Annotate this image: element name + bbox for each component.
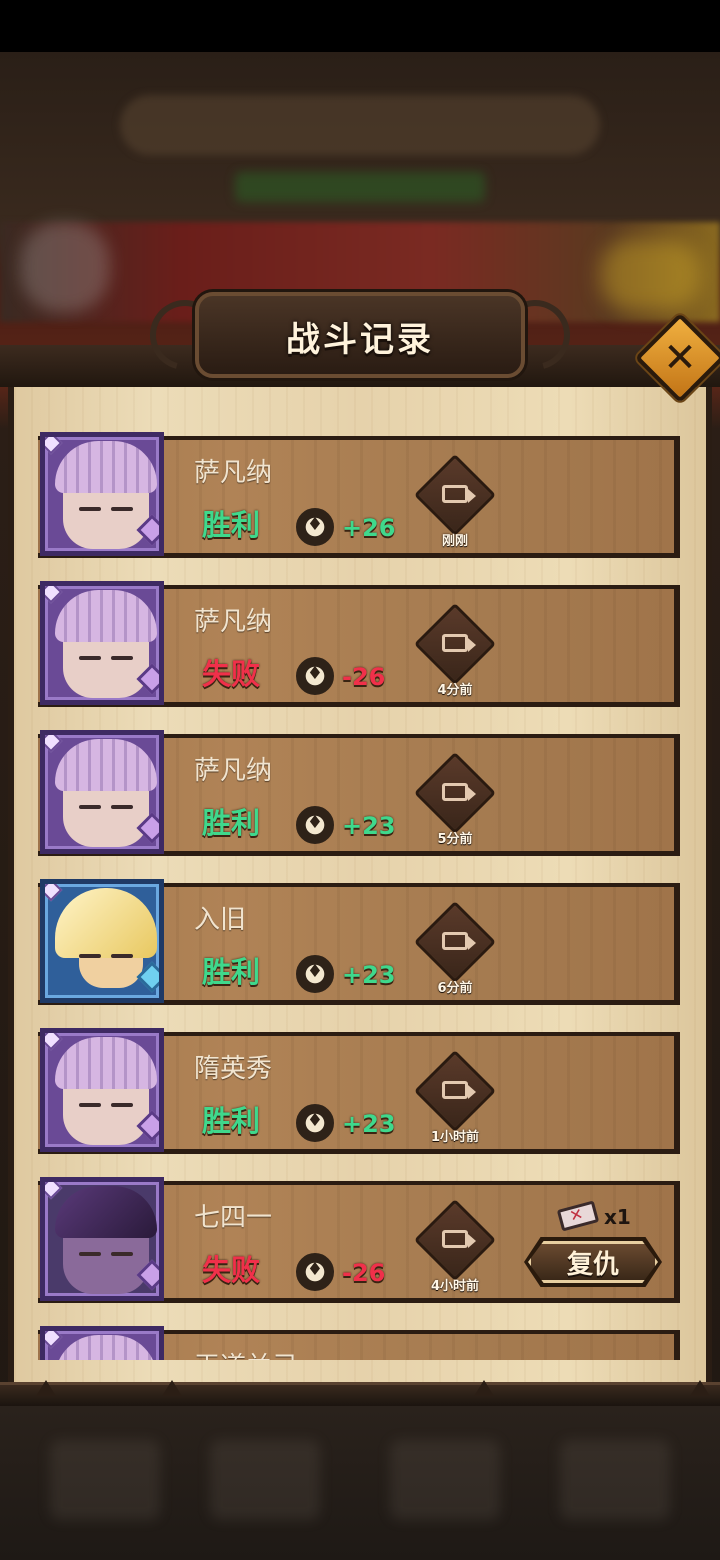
opponent-avatar[interactable] xyxy=(40,1326,164,1360)
score-change: +23 xyxy=(342,812,396,840)
avatar-eye xyxy=(111,954,133,958)
avatar-eye xyxy=(79,805,101,809)
avatar-corner-gem xyxy=(45,586,63,604)
video-camera-icon[interactable] xyxy=(442,1230,476,1248)
opponent-avatar[interactable] xyxy=(40,730,164,854)
blurred-title-bar xyxy=(120,95,600,155)
trophy-icon xyxy=(296,1104,334,1142)
frame-spike xyxy=(474,1380,494,1396)
trophy-icon xyxy=(296,955,334,993)
opponent-name: 入旧 xyxy=(194,905,247,935)
record-time: 刚刚 xyxy=(441,534,468,549)
avatar-eye xyxy=(79,507,101,511)
score-change: +23 xyxy=(342,1110,396,1138)
opponent-name: 隋英秀 xyxy=(194,1054,273,1084)
blurred-status-bar xyxy=(235,172,485,202)
blurred-nav-item xyxy=(50,1440,160,1520)
avatar-eye xyxy=(111,1103,133,1107)
battle-result: 失败 xyxy=(202,657,261,691)
battle-record-list[interactable]: 萨凡纳 胜利 +26 刚刚 萨凡纳 失败 -26 4分前 xyxy=(34,430,684,1360)
score-change: -26 xyxy=(342,1259,386,1287)
avatar-hair xyxy=(55,441,157,493)
close-icon[interactable]: ✕ xyxy=(648,326,712,390)
score-change: -26 xyxy=(342,663,386,691)
avatar-corner-gem xyxy=(45,735,63,753)
avatar-eye xyxy=(111,805,133,809)
trophy-icon xyxy=(296,657,334,695)
revenge-button[interactable]: 复仇 xyxy=(528,1241,658,1283)
avatar-eye xyxy=(111,656,133,660)
blurred-character xyxy=(20,222,110,312)
opponent-avatar[interactable] xyxy=(40,879,164,1003)
frame-spike xyxy=(690,1380,710,1396)
blurred-reward xyxy=(600,240,700,310)
opponent-name: 七四一 xyxy=(194,1203,273,1233)
panel-bottom-frame xyxy=(0,1382,720,1406)
video-camera-icon[interactable] xyxy=(442,1081,476,1099)
avatar-corner-gem xyxy=(45,1331,63,1349)
video-camera-icon[interactable] xyxy=(442,485,476,503)
opponent-name: 萨凡纳 xyxy=(194,607,273,637)
avatar-hair xyxy=(55,1335,157,1360)
battle-record-row[interactable]: 萨凡纳 胜利 +26 刚刚 xyxy=(34,430,684,560)
page-title: 战斗记录 xyxy=(286,320,434,360)
trophy-icon xyxy=(296,806,334,844)
score-change: +26 xyxy=(342,514,396,542)
record-time: 4小时前 xyxy=(430,1279,480,1294)
record-time: 1小时前 xyxy=(430,1130,480,1145)
avatar-corner-gem xyxy=(45,1033,63,1051)
status-bar xyxy=(0,0,720,52)
avatar-corner-gem xyxy=(45,884,63,902)
ticket-count: x1 xyxy=(604,1205,631,1229)
battle-record-row[interactable]: 王道兰己 xyxy=(34,1324,684,1360)
battle-record-row[interactable]: 入旧 胜利 +23 6分前 xyxy=(34,877,684,1007)
opponent-avatar[interactable] xyxy=(40,1177,164,1301)
battle-record-row[interactable]: 萨凡纳 胜利 +23 5分前 xyxy=(34,728,684,858)
trophy-icon xyxy=(296,1253,334,1291)
battle-record-row[interactable]: 隋英秀 胜利 +23 1小时前 xyxy=(34,1026,684,1156)
avatar-hair xyxy=(55,1186,157,1238)
avatar-hair xyxy=(55,1037,157,1089)
opponent-name: 王道兰己 xyxy=(194,1346,298,1360)
avatar-hair xyxy=(55,888,157,958)
avatar-eye xyxy=(111,1252,133,1256)
frame-spike xyxy=(36,1380,56,1396)
avatar-corner-gem xyxy=(45,437,63,455)
blurred-nav-item xyxy=(560,1440,670,1520)
video-camera-icon[interactable] xyxy=(442,634,476,652)
video-camera-icon[interactable] xyxy=(442,783,476,801)
avatar-eye xyxy=(79,1103,101,1107)
battle-result: 胜利 xyxy=(202,955,261,989)
opponent-avatar[interactable] xyxy=(40,432,164,556)
battle-result: 胜利 xyxy=(202,806,261,840)
avatar-eye xyxy=(79,656,101,660)
battle-record-row[interactable]: 七四一 失败 -26 4小时前 x1 复仇 xyxy=(34,1175,684,1305)
opponent-avatar[interactable] xyxy=(40,581,164,705)
frame-spike xyxy=(162,1380,182,1396)
record-time: 4分前 xyxy=(437,683,473,698)
battle-result: 失败 xyxy=(202,1253,261,1287)
record-time: 5分前 xyxy=(437,832,473,847)
opponent-name: 萨凡纳 xyxy=(194,458,273,488)
battle-record-row[interactable]: 萨凡纳 失败 -26 4分前 xyxy=(34,579,684,709)
avatar-eye xyxy=(111,507,133,511)
avatar-hair xyxy=(55,739,157,791)
opponent-name: 萨凡纳 xyxy=(194,756,273,786)
score-change: +23 xyxy=(342,961,396,989)
video-camera-icon[interactable] xyxy=(442,932,476,950)
blurred-nav-item xyxy=(210,1440,320,1520)
avatar-corner-gem xyxy=(45,1182,63,1200)
opponent-avatar[interactable] xyxy=(40,1028,164,1152)
avatar-hair xyxy=(55,590,157,642)
record-time: 6分前 xyxy=(437,981,473,996)
trophy-icon xyxy=(296,508,334,546)
battle-result: 胜利 xyxy=(202,1104,261,1138)
avatar-eye xyxy=(79,1252,101,1256)
battle-result: 胜利 xyxy=(202,508,261,542)
avatar-eye xyxy=(79,954,101,958)
blurred-nav-item xyxy=(390,1440,500,1520)
